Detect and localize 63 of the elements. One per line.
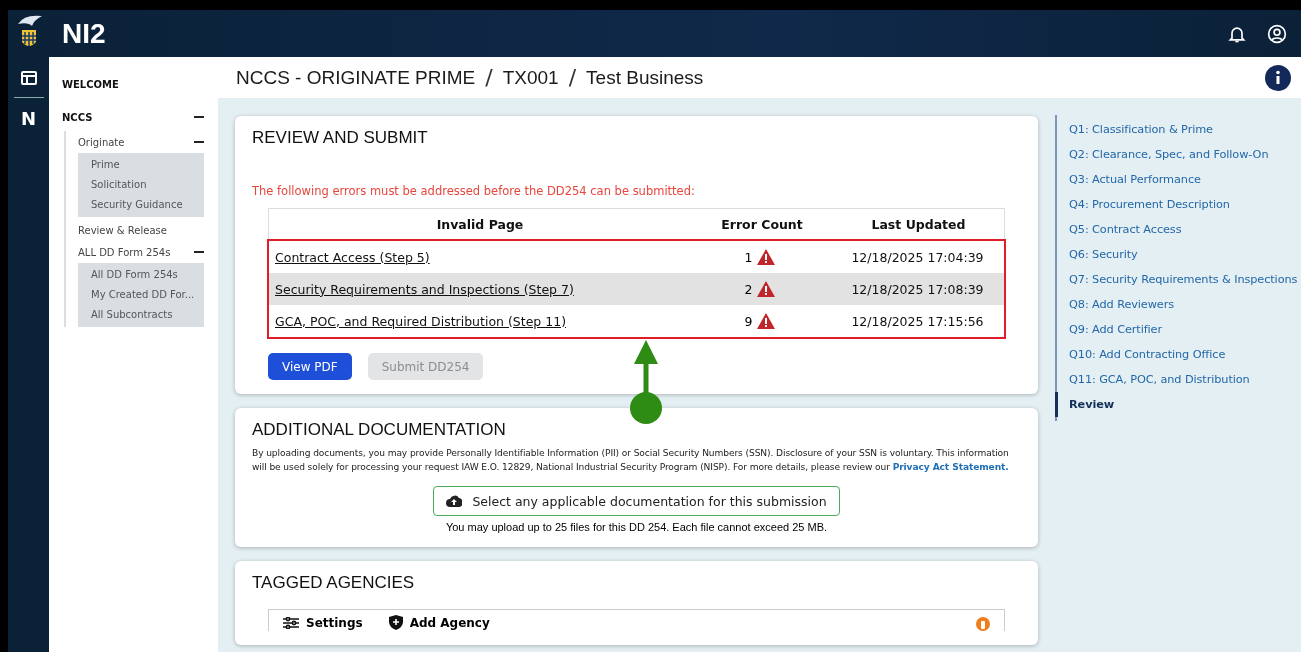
last-updated: 12/18/2025 17:08:39 <box>850 281 985 297</box>
user-icon[interactable] <box>1267 23 1287 44</box>
step-nav-link[interactable]: Q3: Actual Performance <box>1055 167 1301 192</box>
breadcrumb-item: Test Business <box>586 66 704 89</box>
warning-icon <box>757 281 776 297</box>
status-badge-icon <box>976 617 990 631</box>
breadcrumb-separator: / <box>568 65 577 90</box>
last-updated: 12/18/2025 17:15:56 <box>850 313 985 329</box>
sidebar-item[interactable]: All DD Form 254s <box>91 265 204 285</box>
upload-note: You may upload up to 25 files for this DD 254. Each file cannot exceed 25 MB. <box>444 521 829 533</box>
warning-icon <box>757 249 776 265</box>
step-nav-link[interactable]: Q2: Clearance, Spec, and Follow-On <box>1055 142 1301 167</box>
step-nav-link[interactable]: Q1: Classification & Prime <box>1055 117 1301 142</box>
column-header: Error Count <box>720 216 804 232</box>
error-message: The following errors must be addressed before the DD254 can be submitted: <box>252 184 696 198</box>
invalid-page-link[interactable]: Contract Access (Step 5) <box>269 249 430 265</box>
dashboard-icon[interactable] <box>20 71 37 85</box>
privacy-link[interactable]: Privacy Act Statement. <box>892 462 1009 472</box>
breadcrumb-item[interactable]: TX001 <box>502 66 559 89</box>
invalid-page-link[interactable]: GCA, POC, and Required Distribution (Step 11) <box>269 313 567 329</box>
add-agency-button[interactable]: Add Agency <box>388 614 490 631</box>
settings-button[interactable]: Settings <box>283 614 363 631</box>
last-updated: 12/18/2025 17:04:39 <box>850 249 985 265</box>
sidebar-item[interactable]: NCCS <box>62 111 93 123</box>
invalid-page-link[interactable]: Security Requirements and Inspections (Step 7) <box>269 281 574 297</box>
card-title: REVIEW AND SUBMIT <box>252 128 429 148</box>
nccs-letter[interactable]: N <box>13 97 44 129</box>
sidebar-item[interactable]: Security Guidance <box>91 195 204 215</box>
view-pdf-button[interactable]: View PDF <box>268 353 352 380</box>
step-nav-link[interactable]: Review <box>1055 392 1301 417</box>
sidebar-item[interactable]: My Created DD For... <box>91 285 204 305</box>
error-count: 2 <box>744 281 753 297</box>
sidebar-item[interactable]: Solicitation <box>91 175 204 195</box>
sidebar-item[interactable]: ALL DD Form 254s <box>78 246 171 258</box>
step-nav-link[interactable]: Q4: Procurement Description <box>1055 192 1301 217</box>
step-nav-link[interactable]: Q11: GCA, POC, and Distribution <box>1055 367 1301 392</box>
app-name: NI2 <box>62 17 106 50</box>
step-nav-link[interactable]: Q10: Add Contracting Office <box>1055 342 1301 367</box>
step-nav-link[interactable]: Q5: Contract Access <box>1055 217 1301 242</box>
error-count: 1 <box>744 249 753 265</box>
sliders-icon <box>283 616 299 629</box>
step-nav-link[interactable]: Q9: Add Certifier <box>1055 317 1301 342</box>
step-nav-link[interactable]: Q7: Security Requirements & Inspections <box>1055 267 1301 292</box>
step-nav-link[interactable]: Q8: Add Reviewers <box>1055 292 1301 317</box>
sidebar-item[interactable]: Originate <box>78 136 125 148</box>
sidebar-item[interactable]: All Subcontracts <box>91 305 204 325</box>
warning-icon <box>757 313 776 329</box>
card-title: TAGGED AGENCIES <box>252 573 416 593</box>
column-header: Last Updated <box>870 216 967 232</box>
sidebar-item[interactable]: Review & Release <box>78 224 167 236</box>
column-header: Invalid Page <box>435 216 525 232</box>
step-nav-link[interactable]: Q6: Security <box>1055 242 1301 267</box>
info-icon[interactable] <box>1265 64 1291 91</box>
sidebar-item[interactable]: WELCOME <box>62 78 119 90</box>
sidebar-item[interactable]: Prime <box>91 155 204 175</box>
shield-plus-icon <box>388 615 403 630</box>
breadcrumb-separator: / <box>485 65 493 90</box>
card-title: ADDITIONAL DOCUMENTATION <box>252 420 507 440</box>
cloud-upload-icon <box>446 495 463 507</box>
disclosure-text: By uploading documents, you may provide Personally Identifiable Information (PII) or Social Security Numbers (SSN). Disclosure of your SSN is voluntary. This information will be used solely for processing your request IAW E.O. 12829, National Industrial Security Program (NISP). For more details, please review our Privacy Act Statement. <box>252 447 1010 474</box>
breadcrumb-item[interactable]: NCCS - ORIGINATE PRIME <box>236 66 476 89</box>
error-count: 9 <box>744 313 753 329</box>
upload-button[interactable]: Select any applicable documentation for this submission <box>433 486 840 516</box>
